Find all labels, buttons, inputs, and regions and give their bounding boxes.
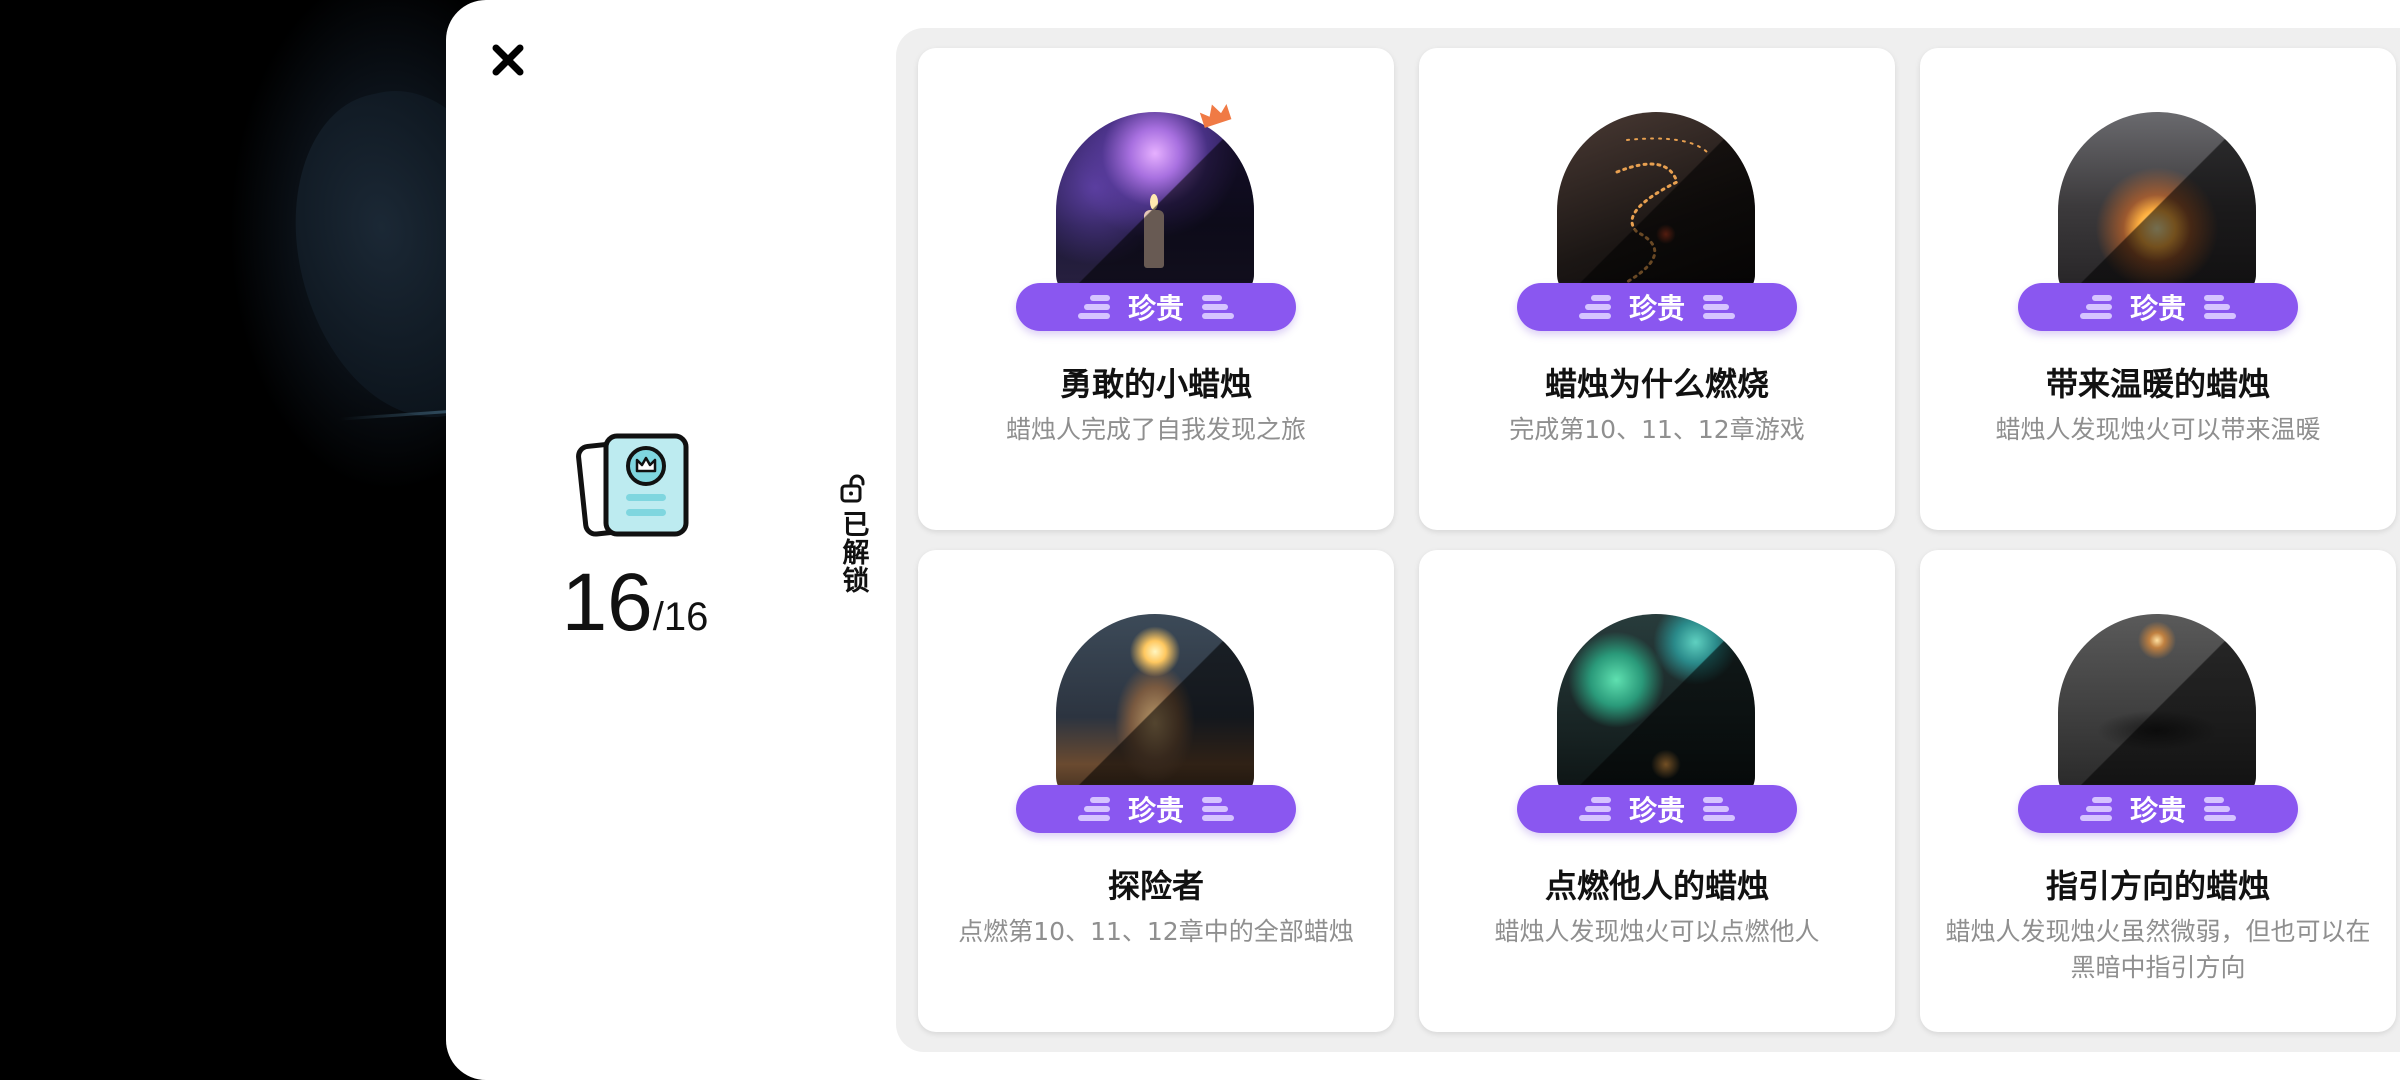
badge-deco-right-icon bbox=[2204, 797, 2236, 821]
rarity-badge: 珍贵 bbox=[1016, 785, 1296, 833]
badge-deco-right-icon bbox=[1202, 295, 1234, 319]
rarity-label: 珍贵 bbox=[1127, 292, 1184, 325]
badge-deco-right-icon bbox=[1703, 797, 1735, 821]
unlocked-count: 16/16 bbox=[562, 556, 709, 650]
glowing-lotus-art bbox=[2058, 112, 2256, 300]
rarity-label: 珍贵 bbox=[1628, 794, 1685, 827]
guiding-light-art bbox=[2058, 614, 2256, 802]
close-button[interactable] bbox=[488, 40, 528, 80]
badge-deco-left-icon bbox=[2079, 295, 2112, 319]
unlocked-count-total: /16 bbox=[652, 595, 709, 639]
badge-deco-right-icon bbox=[1703, 295, 1735, 319]
achievement-description: 蜡烛人发现烛火可以点燃他人 bbox=[1494, 917, 1820, 946]
tab-unlocked[interactable]: 已解锁 bbox=[836, 474, 870, 606]
achievement-card[interactable]: 珍贵 带来温暖的蜡烛 蜡烛人发现烛火可以带来温暖 bbox=[1920, 48, 2396, 530]
unlocked-count-number: 16 bbox=[561, 557, 653, 648]
achievement-description: 蜡烛人发现烛火可以带来温暖 bbox=[1995, 415, 2321, 444]
achievement-title: 带来温暖的蜡烛 bbox=[2045, 365, 2270, 403]
badge-deco-right-icon bbox=[1202, 797, 1234, 821]
badge-deco-left-icon bbox=[1578, 797, 1611, 821]
achievement-title: 探险者 bbox=[1107, 867, 1204, 905]
achievement-card[interactable]: 珍贵 探险者 点燃第10、11、12章中的全部蜡烛 bbox=[918, 550, 1394, 1032]
candle-explorer-art bbox=[1056, 614, 1254, 802]
badge-deco-left-icon bbox=[1578, 295, 1611, 319]
achievement-description: 蜡烛人完成了自我发现之旅 bbox=[1005, 415, 1306, 444]
rarity-badge: 珍贵 bbox=[2018, 283, 2298, 331]
rarity-label: 珍贵 bbox=[1127, 794, 1184, 827]
achievement-description: 蜡烛人发现烛火虽然微弱，但也可以在黑暗中指引方向 bbox=[1945, 917, 2371, 982]
green-fireworks-art bbox=[1557, 614, 1755, 802]
fireworks-candle-art bbox=[1056, 112, 1254, 300]
rarity-label: 珍贵 bbox=[1628, 292, 1685, 325]
achievement-card[interactable]: 珍贵 勇敢的小蜡烛 蜡烛人完成了自我发现之旅 bbox=[918, 48, 1394, 530]
achievement-description: 点燃第10、11、12章中的全部蜡烛 bbox=[958, 917, 1354, 946]
badge-deco-left-icon bbox=[1077, 295, 1110, 319]
rarity-label: 珍贵 bbox=[2129, 292, 2186, 325]
badge-deco-right-icon bbox=[2204, 295, 2236, 319]
rarity-badge: 珍贵 bbox=[1517, 785, 1797, 833]
background-leaf-shape bbox=[268, 70, 460, 440]
rarity-badge: 珍贵 bbox=[1517, 283, 1797, 331]
achievement-card[interactable]: 珍贵 蜡烛为什么燃烧 完成第10、11、12章游戏 bbox=[1419, 48, 1895, 530]
achievement-description: 完成第10、11、12章游戏 bbox=[1509, 415, 1805, 444]
light-trail-art bbox=[1557, 112, 1755, 300]
tab-unlocked-label: 已解锁 bbox=[837, 510, 869, 594]
achievement-grid: 珍贵 勇敢的小蜡烛 蜡烛人完成了自我发现之旅 珍贵 蜡烛为什么燃烧 完成第10、… bbox=[896, 28, 2400, 1052]
unlock-icon bbox=[840, 474, 865, 503]
achievement-title: 勇敢的小蜡烛 bbox=[1059, 365, 1252, 403]
achievement-card[interactable]: 珍贵 点燃他人的蜡烛 蜡烛人发现烛火可以点燃他人 bbox=[1419, 550, 1895, 1032]
achievement-card[interactable]: 珍贵 指引方向的蜡烛 蜡烛人发现烛火虽然微弱，但也可以在黑暗中指引方向 bbox=[1920, 550, 2396, 1032]
achievement-cards-icon bbox=[576, 433, 689, 537]
badge-deco-left-icon bbox=[1077, 797, 1110, 821]
rarity-label: 珍贵 bbox=[2129, 794, 2186, 827]
crown-icon bbox=[1199, 103, 1232, 128]
rarity-badge: 珍贵 bbox=[2018, 785, 2298, 833]
achievement-summary: 16/16 bbox=[560, 430, 710, 650]
achievement-title: 点燃他人的蜡烛 bbox=[1544, 867, 1769, 905]
achievement-title: 蜡烛为什么燃烧 bbox=[1544, 365, 1769, 403]
close-icon bbox=[492, 44, 524, 76]
game-background bbox=[0, 0, 460, 1080]
badge-deco-left-icon bbox=[2079, 797, 2112, 821]
rarity-badge: 珍贵 bbox=[1016, 283, 1296, 331]
achievement-title: 指引方向的蜡烛 bbox=[2045, 867, 2270, 905]
